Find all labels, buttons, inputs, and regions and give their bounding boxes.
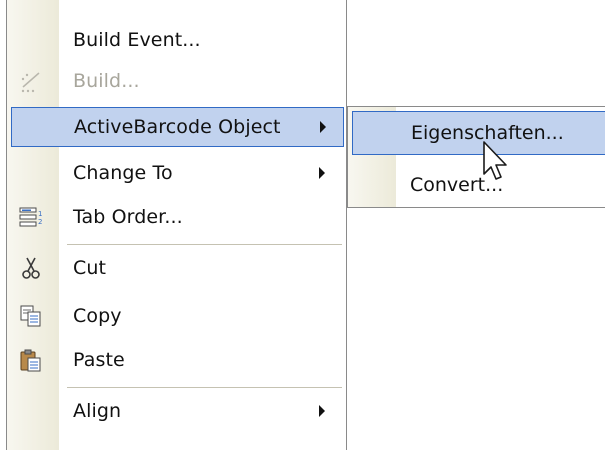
menu-item-change-to[interactable]: Change To [7, 153, 346, 193]
tab-order-icon: 1 2 [19, 205, 43, 229]
menu-item-label: Cut [73, 257, 107, 279]
menu-separator [67, 387, 342, 388]
menu-item-build[interactable]: Build... [7, 61, 346, 101]
menu-item-copy[interactable]: Copy [7, 296, 346, 336]
menu-item-label: Paste [73, 349, 125, 371]
submenu-arrow-icon [320, 121, 326, 133]
menu-item-label: Build... [73, 70, 140, 92]
scissors-icon [19, 256, 43, 280]
menu-item-label: ActiveBarcode Object [74, 116, 281, 138]
menu-item-align[interactable]: Align [7, 391, 346, 431]
activebarcode-submenu: Eigenschaften... Convert... [347, 106, 605, 208]
menu-item-activebarcode-object[interactable]: ActiveBarcode Object [11, 107, 344, 147]
svg-text:1: 1 [38, 210, 42, 218]
build-wand-icon [19, 69, 43, 93]
menu-item-label: Build Event... [73, 29, 201, 51]
menu-item-tab-order[interactable]: 1 2 Tab Order... [7, 197, 346, 237]
menu-item-paste[interactable]: Paste [7, 340, 346, 380]
mouse-pointer-icon [480, 140, 510, 184]
submenu-arrow-icon [319, 167, 325, 179]
submenu-item-convert[interactable]: Convert... [348, 163, 605, 207]
svg-text:2: 2 [38, 218, 42, 226]
copy-icon [19, 304, 43, 328]
menu-item-label: Change To [73, 162, 173, 184]
menu-item-label: Copy [73, 305, 122, 327]
clipboard-paste-icon [19, 348, 43, 372]
context-menu: Build Event... Build... ActiveBarcode Ob… [6, 0, 347, 450]
menu-item-label: Tab Order... [73, 206, 183, 228]
submenu-arrow-icon [319, 405, 325, 417]
menu-item-build-event[interactable]: Build Event... [7, 20, 346, 60]
menu-item-label: Align [73, 400, 122, 422]
submenu-item-eigenschaften[interactable]: Eigenschaften... [352, 111, 605, 155]
menu-separator [67, 244, 342, 245]
menu-item-cut[interactable]: Cut [7, 248, 346, 288]
screen: Build Event... Build... ActiveBarcode Ob… [0, 0, 605, 450]
